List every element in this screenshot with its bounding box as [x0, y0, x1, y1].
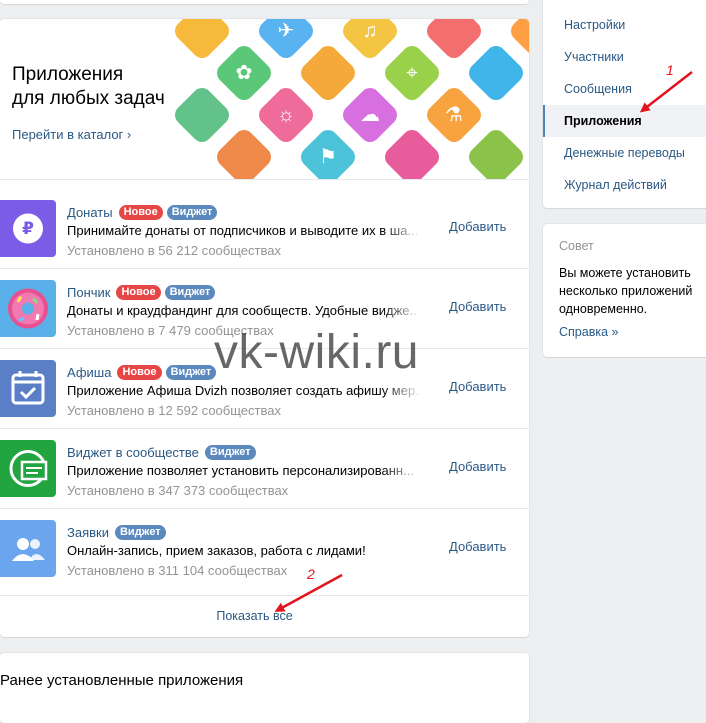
app-name-line: Виджет в сообществе Виджет: [67, 443, 256, 461]
add-app-button[interactable]: Добавить: [449, 539, 506, 554]
menu-item-action-log[interactable]: Журнал действий: [543, 169, 706, 201]
add-app-button[interactable]: Добавить: [449, 219, 506, 234]
menu-item-settings[interactable]: Настройки: [543, 9, 706, 41]
app-name[interactable]: Пончик: [67, 285, 110, 300]
tip-title: Совет: [559, 239, 594, 253]
app-name[interactable]: Виджет в сообществе: [67, 445, 199, 460]
app-name-line: Пончик Новое Виджет: [67, 283, 216, 301]
menu-item-messages[interactable]: Сообщения: [543, 73, 706, 105]
watermark: vk-wiki.ru: [214, 326, 419, 379]
badge-new: Новое: [116, 284, 161, 300]
app-icon[interactable]: [0, 440, 56, 497]
badge-widget: Виджет: [164, 284, 216, 300]
badge-widget: Виджет: [166, 204, 218, 220]
help-link[interactable]: Справка »: [559, 325, 618, 339]
app-description: Принимайте донаты от подписчиков и вывод…: [67, 223, 422, 238]
flag-icon: ⚑: [319, 146, 337, 168]
app-name[interactable]: Афиша: [67, 365, 111, 380]
app-icon[interactable]: ₽: [0, 200, 56, 257]
app-row-zayavki: Заявки Виджет Онлайн-запись, прием заказ…: [0, 509, 529, 589]
app-name-line: Заявки Виджет: [67, 523, 166, 541]
badge-widget: Виджет: [204, 444, 256, 460]
app-installed-count: Установлено в 311 104 сообществах: [67, 563, 288, 578]
app-description: Приложение Афиша Dvizh позволяет создать…: [67, 383, 422, 398]
app-installed-count: Установлено в 56 212 сообществах: [67, 243, 281, 258]
badge-widget: Виджет: [114, 524, 166, 540]
tip-text: Вы можете установить несколько приложени…: [559, 266, 693, 316]
previous-card-stub: [0, 0, 529, 4]
settings-menu: Настройки Участники Сообщения Приложения…: [543, 0, 706, 208]
flask-icon: ⚗: [445, 104, 463, 126]
flower-icon: ✿: [235, 62, 253, 84]
menu-item-apps[interactable]: Приложения: [543, 105, 706, 137]
add-app-button[interactable]: Добавить: [449, 379, 506, 394]
app-installed-count: Установлено в 12 592 сообществах: [67, 403, 281, 418]
cloud-icon: ☁: [360, 104, 380, 126]
add-app-button[interactable]: Добавить: [449, 299, 506, 314]
app-row-donaty: ₽ Донаты Новое Виджет Принимайте донаты …: [0, 189, 529, 269]
banner-title: Приложения для любых задач: [12, 64, 165, 109]
app-installed-count: Установлено в 347 373 сообществах: [67, 483, 289, 498]
menu-item-members[interactable]: Участники: [543, 41, 706, 73]
tip-card: Совет Вы можете установить несколько при…: [543, 224, 706, 357]
app-name-line: Афиша Новое Виджет: [67, 363, 217, 381]
app-description: Онлайн-запись, прием заказов, работа с л…: [67, 543, 422, 558]
badge-new: Новое: [118, 204, 163, 220]
map-pin-icon: ⌖: [406, 62, 418, 84]
divider: [0, 595, 529, 596]
app-name-line: Донаты Новое Виджет: [67, 203, 218, 221]
add-app-button[interactable]: Добавить: [449, 459, 506, 474]
bell-icon: ♫: [362, 20, 378, 42]
show-all-link[interactable]: Показать все: [0, 609, 509, 623]
app-row-widget: Виджет в сообществе Виджет Приложение по…: [0, 429, 529, 509]
plane-icon: ✈: [277, 20, 295, 42]
sun-icon: ☼: [276, 104, 296, 126]
app-name[interactable]: Донаты: [67, 205, 113, 220]
badge-widget: Виджет: [165, 364, 217, 380]
app-name[interactable]: Заявки: [67, 525, 109, 540]
app-icon[interactable]: [0, 360, 56, 417]
divider: [0, 179, 529, 180]
arrow-1-label: 1: [666, 62, 674, 78]
catalog-link[interactable]: Перейти в каталог ›: [12, 127, 131, 142]
banner-tiles-illustration: ✈ ✿ ♫ ☼ ☁ ⚗ ⌖ ⚑: [160, 19, 529, 179]
badge-new: Новое: [117, 364, 162, 380]
app-description: Приложение позволяет установить персонал…: [67, 463, 422, 478]
arrow-2-label: 2: [307, 566, 315, 582]
previously-installed-card: Ранее установленные приложения: [0, 653, 529, 723]
svg-text:₽: ₽: [22, 219, 34, 239]
app-description: Донаты и краудфандинг для сообществ. Удо…: [67, 303, 422, 318]
previously-installed-title: Ранее установленные приложения: [0, 672, 244, 689]
app-icon[interactable]: [0, 520, 56, 577]
app-icon[interactable]: [0, 280, 56, 337]
menu-item-money-transfers[interactable]: Денежные переводы: [543, 137, 706, 169]
apps-banner: ✈ ✿ ♫ ☼ ☁ ⚗ ⌖ ⚑ Приложения для любых зад…: [0, 19, 529, 179]
